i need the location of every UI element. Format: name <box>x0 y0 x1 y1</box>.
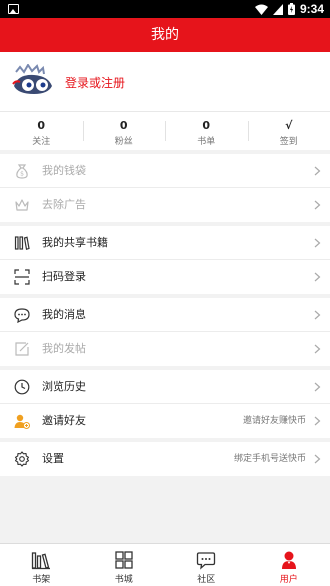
tab-bookshelf[interactable]: 书架 <box>0 544 83 586</box>
money-bag-icon: $ <box>16 164 28 179</box>
stat-label: 关注 <box>32 137 51 147</box>
stat-followers[interactable]: 0 粉丝 <box>82 112 166 150</box>
menu-item-label: 我的发帖 <box>42 342 86 355</box>
menu-item-label: 邀请好友 <box>42 414 86 427</box>
stat-booklists[interactable]: 0 书单 <box>165 112 248 150</box>
chevron-right-icon <box>314 454 321 464</box>
bookshelf-icon <box>32 552 51 570</box>
menu-item-my-posts[interactable]: 我的发帖 <box>0 332 330 366</box>
menu-item-shared-books[interactable]: 我的共享书籍 <box>0 226 330 260</box>
chevron-right-icon <box>314 272 321 282</box>
chevron-right-icon <box>314 382 321 392</box>
user-icon <box>281 551 296 569</box>
menu-item-history[interactable]: 浏览历史 <box>0 370 330 404</box>
menu-item-messages[interactable]: 我的消息 <box>0 298 330 332</box>
stat-value: 0 <box>202 119 211 132</box>
menu-item-label: 我的消息 <box>42 308 86 321</box>
gear-icon <box>14 451 30 467</box>
status-icons: 9:34 <box>254 2 324 16</box>
battery-icon <box>287 3 295 15</box>
chevron-right-icon <box>314 344 321 354</box>
tab-label: 书城 <box>114 575 133 585</box>
tab-label: 用户 <box>279 575 298 585</box>
stat-value: 0 <box>119 119 128 132</box>
title-bar: 我的 <box>0 18 330 52</box>
menu-group-books: 我的共享书籍 扫码登录 <box>0 226 330 294</box>
stat-label: 书单 <box>197 137 216 147</box>
clock-icon <box>14 379 30 395</box>
menu-item-remove-ads[interactable]: 去除广告 <box>0 188 330 222</box>
chevron-right-icon <box>314 200 321 210</box>
crown-icon <box>15 199 29 211</box>
tab-user[interactable]: 用户 <box>248 544 330 586</box>
stat-label: 粉丝 <box>114 137 133 147</box>
tab-label: 书架 <box>32 575 51 585</box>
svg-text:$: $ <box>20 171 24 178</box>
stat-following[interactable]: 0 关注 <box>0 112 83 150</box>
bottom-tab-bar: 书架 书城 社区 用户 <box>0 543 330 586</box>
edit-icon <box>15 342 29 356</box>
menu-item-hint: 绑定手机号送快币 <box>233 454 306 464</box>
menu-item-hint: 邀请好友赚快币 <box>242 416 306 426</box>
grid-icon <box>115 551 133 569</box>
menu-item-settings[interactable]: 设置 绑定手机号送快币 <box>0 442 330 476</box>
chevron-right-icon <box>314 310 321 320</box>
menu-group-settings: 设置 绑定手机号送快币 <box>0 442 330 476</box>
menu-item-label: 我的共享书籍 <box>42 236 108 249</box>
menu-group-history: 浏览历史 邀请好友 邀请好友赚快币 <box>0 370 330 438</box>
wifi-icon <box>254 4 268 15</box>
signal-icon <box>272 3 283 15</box>
menu-item-wallet[interactable]: $ 我的钱袋 <box>0 154 330 188</box>
chat-icon <box>197 552 216 570</box>
menu-group-messages: 我的消息 我的发帖 <box>0 298 330 366</box>
menu-item-scan-login[interactable]: 扫码登录 <box>0 260 330 294</box>
books-icon <box>14 236 30 250</box>
tab-bookstore[interactable]: 书城 <box>83 544 166 586</box>
menu-item-label: 我的钱袋 <box>42 164 86 177</box>
menu-item-label: 浏览历史 <box>42 380 86 393</box>
menu-item-label: 扫码登录 <box>42 270 86 283</box>
menu-item-label: 去除广告 <box>42 198 86 211</box>
stat-label: 签到 <box>279 137 298 147</box>
tab-community[interactable]: 社区 <box>165 544 248 586</box>
login-register-link[interactable]: 登录或注册 <box>65 74 125 91</box>
profile-section[interactable]: 登录或注册 <box>0 52 330 112</box>
scan-icon <box>14 269 30 285</box>
stat-checkin[interactable]: √ 签到 <box>247 112 330 150</box>
status-bar: 9:34 <box>0 0 330 18</box>
chevron-right-icon <box>314 166 321 176</box>
menu-item-invite[interactable]: 邀请好友 邀请好友赚快币 <box>0 404 330 438</box>
menu-item-label: 设置 <box>42 452 64 465</box>
clock: 9:34 <box>299 2 324 16</box>
invite-user-icon <box>14 414 30 429</box>
stats-bar: 0 关注 0 粉丝 0 书单 √ 签到 <box>0 112 330 150</box>
image-notification-icon <box>8 4 19 14</box>
tab-label: 社区 <box>197 575 216 585</box>
page-title: 我的 <box>151 27 179 43</box>
chevron-right-icon <box>314 238 321 248</box>
menu-group-wallet: $ 我的钱袋 去除广告 <box>0 154 330 222</box>
chevron-right-icon <box>314 416 321 426</box>
message-icon <box>14 308 30 323</box>
stat-value: √ <box>285 119 293 132</box>
avatar[interactable] <box>12 64 54 100</box>
stat-value: 0 <box>37 119 46 132</box>
